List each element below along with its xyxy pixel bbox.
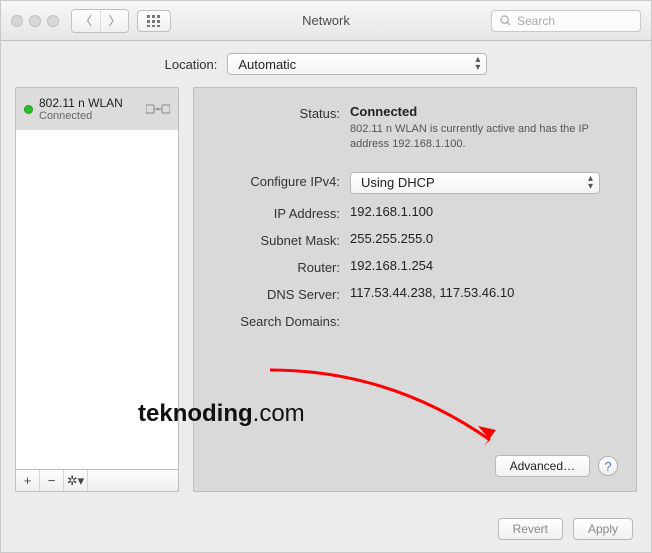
router-label: Router: — [212, 258, 350, 275]
location-select[interactable]: Automatic ▴▾ — [227, 53, 487, 75]
sidebar-tools: + − ✲▾ — [15, 470, 179, 492]
service-name: 802.11 n WLAN — [39, 96, 140, 110]
status-value: Connected — [350, 104, 618, 119]
gear-icon: ✲▾ — [67, 473, 84, 489]
close-window-icon[interactable] — [11, 15, 23, 27]
updown-icon: ▴▾ — [580, 175, 593, 191]
main-content: 802.11 n WLAN Connected + − ✲▾ Status: C… — [1, 87, 651, 506]
status-dot-icon — [24, 105, 33, 114]
service-list[interactable]: 802.11 n WLAN Connected — [15, 87, 179, 470]
help-button[interactable]: ? — [598, 456, 618, 476]
plus-icon: + — [24, 473, 32, 488]
searchdomains-row: Search Domains: — [212, 312, 618, 329]
configure-value: Using DHCP — [361, 175, 435, 190]
ip-row: IP Address: 192.168.1.100 — [212, 204, 618, 221]
search-placeholder: Search — [517, 14, 555, 28]
mask-value: 255.255.255.0 — [350, 231, 618, 248]
status-row: Status: Connected 802.11 n WLAN is curre… — [212, 104, 618, 152]
router-value: 192.168.1.254 — [350, 258, 618, 275]
status-label: Status: — [212, 104, 350, 152]
minus-icon: − — [48, 473, 56, 488]
searchdomains-value — [350, 312, 618, 329]
service-actions-button[interactable]: ✲▾ — [64, 470, 88, 491]
mask-row: Subnet Mask: 255.255.255.0 — [212, 231, 618, 248]
ip-label: IP Address: — [212, 204, 350, 221]
back-button[interactable]: 〈 — [72, 10, 100, 32]
searchdomains-label: Search Domains: — [212, 312, 350, 329]
dns-row: DNS Server: 117.53.44.238, 117.53.46.10 — [212, 285, 618, 302]
service-status: Connected — [39, 110, 140, 122]
search-field[interactable]: Search — [491, 10, 641, 32]
status-description: 802.11 n WLAN is currently active and ha… — [350, 122, 610, 152]
zoom-window-icon[interactable] — [47, 15, 59, 27]
nav-back-forward: 〈 〉 — [71, 9, 129, 33]
forward-button[interactable]: 〉 — [100, 10, 128, 32]
chevron-right-icon: 〉 — [108, 12, 120, 29]
service-text: 802.11 n WLAN Connected — [39, 96, 140, 122]
apply-label: Apply — [588, 522, 618, 536]
location-value: Automatic — [238, 57, 296, 72]
service-sidebar: 802.11 n WLAN Connected + − ✲▾ — [15, 87, 179, 492]
router-row: Router: 192.168.1.254 — [212, 258, 618, 275]
detail-panel: Status: Connected 802.11 n WLAN is curre… — [193, 87, 637, 492]
add-service-button[interactable]: + — [16, 470, 40, 491]
ip-value: 192.168.1.100 — [350, 204, 618, 221]
dns-label: DNS Server: — [212, 285, 350, 302]
advanced-label: Advanced… — [510, 459, 575, 473]
chevron-left-icon: 〈 — [80, 12, 92, 29]
network-preferences-window: 〈 〉 Network Search Location: Automatic ▴… — [0, 0, 652, 553]
configure-row: Configure IPv4: Using DHCP ▴▾ — [212, 172, 618, 194]
apply-button[interactable]: Apply — [573, 518, 633, 540]
service-item[interactable]: 802.11 n WLAN Connected — [16, 88, 178, 130]
updown-icon: ▴▾ — [467, 56, 480, 72]
minimize-window-icon[interactable] — [29, 15, 41, 27]
help-icon: ? — [604, 459, 611, 474]
detail-buttons: Advanced… ? — [212, 455, 618, 477]
mask-label: Subnet Mask: — [212, 231, 350, 248]
revert-label: Revert — [513, 522, 548, 536]
ethernet-icon — [146, 100, 170, 118]
configure-label: Configure IPv4: — [212, 172, 350, 194]
status-value-block: Connected 802.11 n WLAN is currently act… — [350, 104, 618, 152]
location-label: Location: — [165, 57, 218, 72]
remove-service-button[interactable]: − — [40, 470, 64, 491]
dns-value: 117.53.44.238, 117.53.46.10 — [350, 285, 618, 302]
grid-icon — [147, 15, 161, 27]
window-controls — [11, 15, 59, 27]
show-all-button[interactable] — [137, 10, 171, 32]
search-icon — [500, 15, 511, 26]
configure-ipv4-select[interactable]: Using DHCP ▴▾ — [350, 172, 600, 194]
advanced-button[interactable]: Advanced… — [495, 455, 590, 477]
footer: Revert Apply — [1, 506, 651, 552]
titlebar: 〈 〉 Network Search — [1, 1, 651, 41]
revert-button[interactable]: Revert — [498, 518, 563, 540]
location-row: Location: Automatic ▴▾ — [1, 41, 651, 87]
